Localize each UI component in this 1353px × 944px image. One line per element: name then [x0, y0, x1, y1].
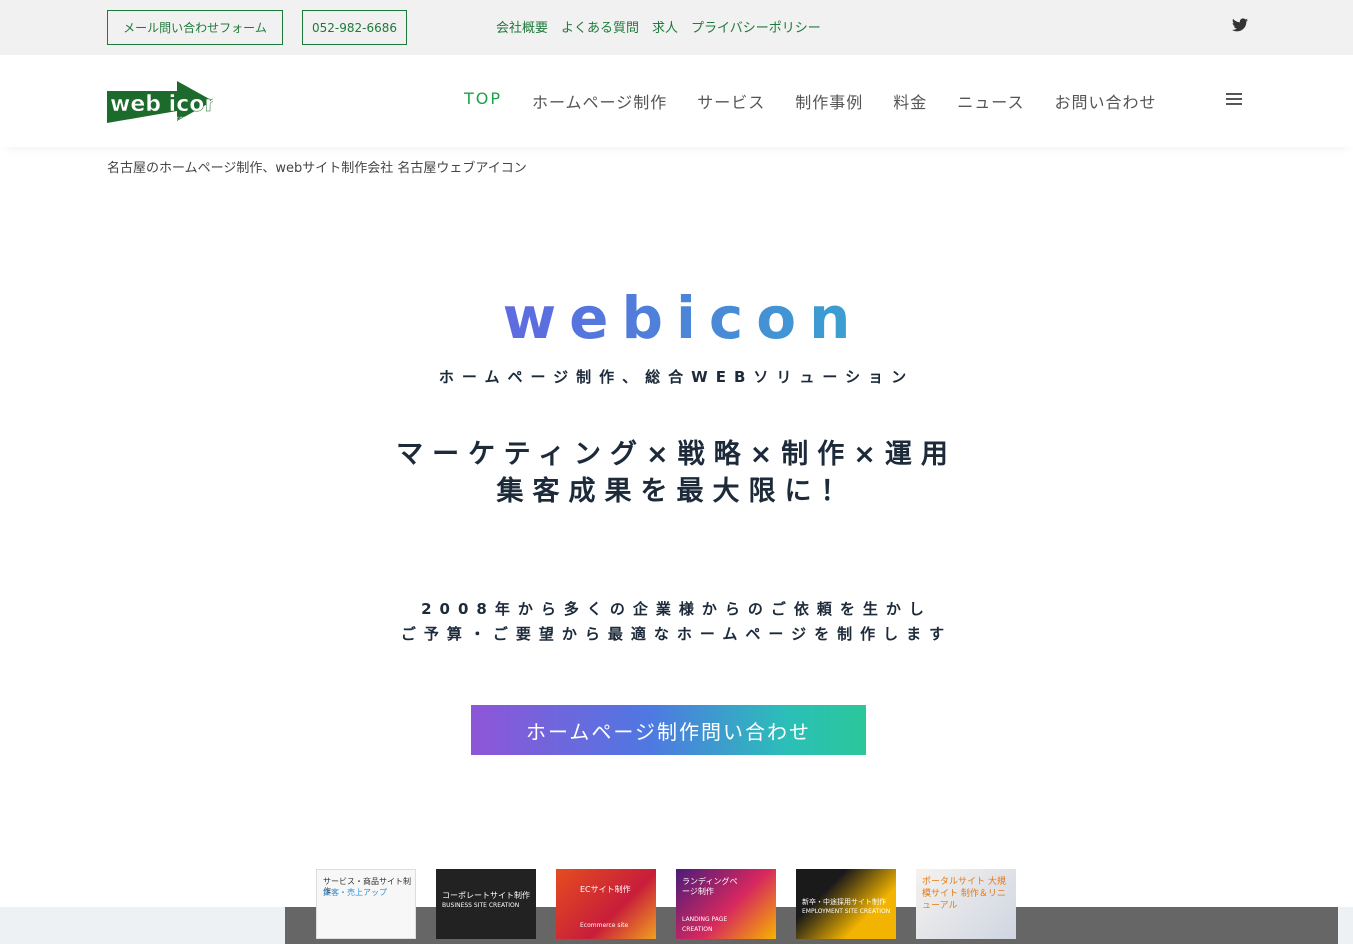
svg-text:web icon: web icon [110, 92, 213, 117]
thumb-landing-page[interactable]: ランディングページ制作 LANDING PAGE CREATION [676, 869, 776, 939]
contact-cta-button[interactable]: ホームページ制作問い合わせ [471, 705, 866, 755]
site-logo[interactable]: web icon 株式会社 ウェブアイコン [107, 79, 213, 123]
nav-price[interactable]: 料金 [893, 89, 927, 113]
top-links: 会社概要 よくある質問 求人 プライバシーポリシー [496, 17, 821, 36]
thumb-ec-site[interactable]: ECサイト制作 Ecommerce site [556, 869, 656, 939]
headline-line-1: マーケティング×戦略×制作×運用 [396, 439, 957, 470]
desc-line-2: ご予算・ご要望から最適なホームページを制作します [400, 625, 953, 643]
link-company[interactable]: 会社概要 [496, 17, 548, 36]
hero-subtitle: ホームページ制作、総合WEBソリューション [438, 368, 915, 386]
hero-brand: webicon [0, 278, 1353, 358]
hero-description: 2008年から多くの企業様からのご依頼を生かし ご予算・ご要望から最適なホームペ… [0, 597, 1353, 647]
nav-homepage[interactable]: ホームページ制作 [532, 89, 667, 113]
headline-line-2: 集客成果を最大限に！ [496, 476, 857, 507]
breadcrumb: 名古屋のホームページ制作、webサイト制作会社 名古屋ウェブアイコン [107, 161, 527, 176]
twitter-icon[interactable] [1232, 18, 1248, 32]
top-bar: メール問い合わせフォーム 052-982-6686 会社概要 よくある質問 求人… [0, 0, 1353, 55]
thumb-portal-site[interactable]: ポータルサイト 大規模サイト 制作＆リニューアル [916, 869, 1016, 939]
thumb-recruit-site[interactable]: 新卒・中途採用サイト制作 EMPLOYMENT SITE CREATION [796, 869, 896, 939]
nav-contact[interactable]: お問い合わせ [1054, 89, 1156, 113]
nav-works[interactable]: 制作事例 [795, 89, 863, 113]
nav-service[interactable]: サービス [697, 89, 765, 113]
mail-form-button[interactable]: メール問い合わせフォーム [107, 10, 283, 45]
nav-top[interactable]: TOP [464, 89, 502, 113]
service-thumbnails: サービス・商品サイト制作 集客・売上アップ コーポレートサイト制作 BUSINE… [316, 869, 1016, 939]
svg-text:株式会社 ウェブアイコン: 株式会社 ウェブアイコン [171, 115, 213, 121]
link-privacy[interactable]: プライバシーポリシー [691, 17, 821, 36]
hero-headline: マーケティング×戦略×制作×運用 集客成果を最大限に！ [0, 436, 1353, 510]
thumb-service-site[interactable]: サービス・商品サイト制作 集客・売上アップ [316, 869, 416, 939]
nav-news[interactable]: ニュース [957, 89, 1024, 113]
link-recruit[interactable]: 求人 [652, 17, 678, 36]
thumb-corporate-site[interactable]: コーポレートサイト制作 BUSINESS SITE CREATION [436, 869, 536, 939]
link-faq[interactable]: よくある質問 [561, 17, 639, 36]
desc-line-1: 2008年から多くの企業様からのご依頼を生かし [421, 600, 932, 618]
phone-button[interactable]: 052-982-6686 [302, 10, 407, 45]
site-header: web icon 株式会社 ウェブアイコン TOP ホームページ制作 サービス … [0, 55, 1353, 147]
main-nav: TOP ホームページ制作 サービス 制作事例 料金 ニュース お問い合わせ [464, 89, 1186, 113]
hamburger-icon[interactable] [1226, 93, 1242, 105]
